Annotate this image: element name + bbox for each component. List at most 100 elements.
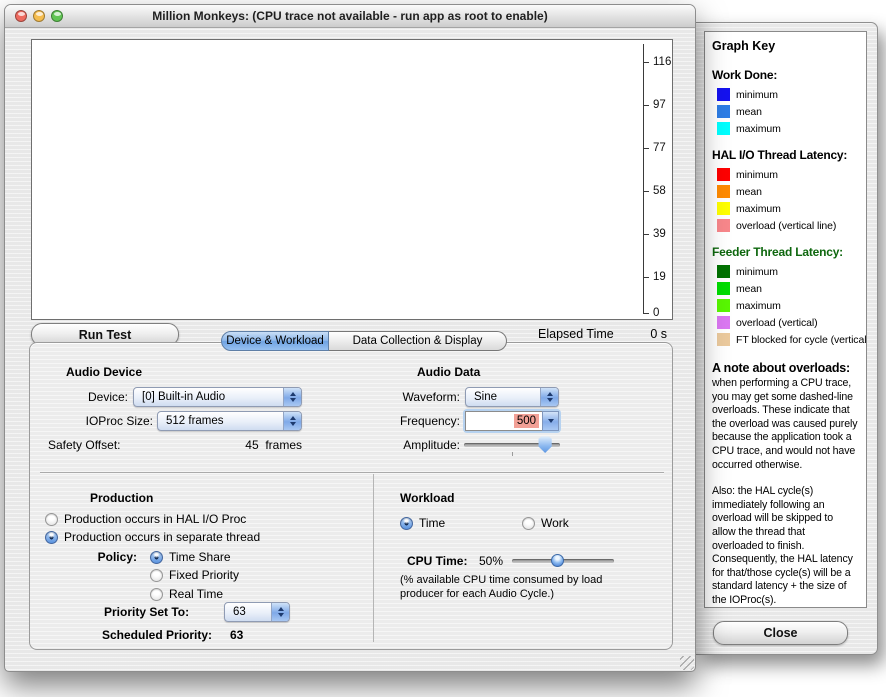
workload-header: Workload	[400, 491, 454, 505]
tab-bar: Device & Workload Data Collection & Disp…	[221, 331, 507, 351]
scheduled-priority-label: Scheduled Priority:	[102, 628, 212, 642]
legend-item: minimum	[712, 86, 858, 103]
legend-item: minimum	[712, 263, 858, 280]
amplitude-label: Amplitude:	[403, 438, 460, 452]
window-title: Million Monkeys: (CPU trace not availabl…	[65, 5, 635, 27]
audio-device-header: Audio Device	[66, 365, 142, 379]
popup-stepper-icon	[540, 388, 558, 406]
resize-grip[interactable]	[680, 656, 694, 670]
safety-offset-label: Safety Offset:	[48, 438, 120, 452]
popup-stepper-icon	[283, 388, 301, 406]
legend-item: maximum	[712, 297, 858, 314]
minimize-window-icon[interactable]	[33, 10, 45, 22]
main-window: Million Monkeys: (CPU trace not availabl…	[4, 4, 696, 672]
divider	[373, 474, 374, 642]
amplitude-slider[interactable]	[464, 443, 560, 447]
amplitude-slider-thumb[interactable]	[538, 436, 553, 453]
amplitude-slider-tick	[512, 452, 513, 456]
legend-item: minimum	[712, 166, 858, 183]
cpu-time-slider-thumb[interactable]	[551, 554, 564, 567]
legend-swatch	[717, 185, 730, 198]
overloads-note-paragraph-1: when performing a CPU trace, you may get…	[712, 377, 858, 472]
graph-key-drawer: Graph Key Work Done: minimum mean maximu…	[695, 22, 878, 655]
y-tick: 0	[643, 307, 659, 319]
legend-swatch	[717, 265, 730, 278]
radio-workload-time[interactable]	[400, 517, 413, 530]
radio-policy-time-share[interactable]	[150, 551, 163, 564]
frequency-dropdown-icon[interactable]	[542, 411, 559, 431]
legend-swatch	[717, 105, 730, 118]
divider	[40, 472, 664, 474]
production-header: Production	[90, 491, 153, 505]
legend-swatch	[717, 122, 730, 135]
frequency-value: 500	[514, 414, 539, 428]
legend-swatch	[717, 333, 730, 346]
legend-item: mean	[712, 280, 858, 297]
legend-section-header-work-done: Work Done:	[712, 68, 858, 82]
radio-policy-fixed-priority[interactable]	[150, 569, 163, 582]
close-window-icon[interactable]	[15, 10, 27, 22]
safety-offset-value: 45 frames	[245, 438, 302, 452]
legend-item: maximum	[712, 200, 858, 217]
priority-set-to-label: Priority Set To:	[104, 605, 189, 619]
popup-stepper-icon	[283, 412, 301, 430]
policy-label: Policy:	[98, 550, 137, 564]
y-tick: 39	[643, 228, 666, 240]
legend-section-header-feeder-latency: Feeder Thread Latency:	[712, 245, 858, 259]
radio-policy-real-time[interactable]	[150, 588, 163, 601]
desktop: Graph Key Work Done: minimum mean maximu…	[0, 0, 886, 697]
frequency-label: Frequency:	[400, 414, 460, 428]
radio-production-hal[interactable]	[45, 513, 58, 526]
graph-key-panel: Graph Key Work Done: minimum mean maximu…	[704, 31, 867, 608]
tab-data-collection-display[interactable]: Data Collection & Display	[329, 331, 507, 351]
popup-stepper-icon	[271, 603, 289, 621]
legend-item: overload (vertical line)	[712, 217, 858, 234]
frequency-combo[interactable]: 500	[465, 411, 559, 431]
radio-production-thread[interactable]	[45, 531, 58, 544]
cpu-time-value: 50%	[479, 554, 503, 568]
device-popup[interactable]: [0] Built-in Audio	[133, 387, 302, 407]
legend-item: overload (vertical)	[712, 314, 858, 331]
legend-swatch	[717, 219, 730, 232]
legend-swatch	[717, 316, 730, 329]
ioproc-size-popup[interactable]: 512 frames	[157, 411, 302, 431]
overloads-note-heading: A note about overloads:	[712, 361, 858, 375]
radio-workload-work[interactable]	[522, 517, 535, 530]
close-button[interactable]: Close	[713, 621, 848, 645]
priority-popup[interactable]: 63	[224, 602, 290, 622]
y-tick: 77	[643, 142, 666, 154]
cpu-time-label: CPU Time:	[407, 554, 467, 568]
audio-data-header: Audio Data	[417, 365, 480, 379]
legend-item: maximum	[712, 120, 858, 137]
legend-item: mean	[712, 103, 858, 120]
waveform-popup[interactable]: Sine	[465, 387, 559, 407]
device-workload-panel: Audio Device Device: [0] Built-in Audio …	[29, 342, 673, 650]
legend-swatch	[717, 202, 730, 215]
device-label: Device:	[88, 390, 128, 404]
cpu-time-note: (% available CPU time consumed by load p…	[400, 574, 602, 601]
zoom-window-icon[interactable]	[51, 10, 63, 22]
legend-swatch	[717, 168, 730, 181]
graph-key-title: Graph Key	[712, 39, 858, 53]
legend-swatch	[717, 299, 730, 312]
frequency-field[interactable]: 500	[465, 411, 542, 431]
scheduled-priority-value: 63	[230, 628, 243, 642]
legend-swatch	[717, 282, 730, 295]
legend-item: FT blocked for cycle (vertical)	[712, 331, 858, 348]
waveform-label: Waveform:	[402, 390, 460, 404]
legend-swatch	[717, 88, 730, 101]
y-tick: 58	[643, 185, 666, 197]
cpu-time-slider[interactable]	[512, 559, 614, 563]
ioproc-size-label: IOProc Size:	[86, 414, 153, 428]
legend-item: mean	[712, 183, 858, 200]
y-tick: 19	[643, 271, 666, 283]
tab-device-workload[interactable]: Device & Workload	[221, 331, 329, 351]
y-tick: 97	[643, 99, 666, 111]
elapsed-time-label: Elapsed Time	[538, 327, 614, 341]
overloads-note-paragraph-2: Also: the HAL cycle(s) immediately follo…	[712, 485, 858, 607]
legend-section-header-hal-latency: HAL I/O Thread Latency:	[712, 148, 858, 162]
graph-plot-area: 116 97 77 58 39 19 0	[31, 39, 673, 320]
title-bar[interactable]: Million Monkeys: (CPU trace not availabl…	[5, 5, 695, 28]
elapsed-time-value: 0 s	[650, 327, 667, 341]
y-tick: 116	[643, 56, 671, 68]
